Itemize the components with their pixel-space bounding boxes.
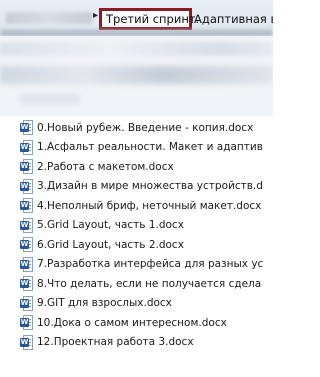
icon-badge: W	[20, 240, 29, 250]
toolbar-blurred	[0, 36, 273, 116]
breadcrumb-current-label: Третий спринт.	[106, 12, 200, 26]
icon-badge: W	[20, 318, 29, 328]
icon-badge: W	[20, 201, 29, 211]
icon-badge: W	[20, 279, 29, 289]
word-doc-icon: W	[20, 256, 33, 272]
breadcrumb-current-folder[interactable]: Третий спринт.	[99, 8, 199, 30]
word-doc-icon: W	[20, 315, 33, 331]
file-item[interactable]: W 4.Неполный бриф, неточный макет.docx	[16, 196, 273, 216]
file-item[interactable]: W 8.Что делать, если не получается сдела	[16, 274, 273, 294]
icon-badge: W	[20, 259, 29, 269]
icon-badge: W	[20, 181, 29, 191]
file-item[interactable]: W 5.Grid Layout, часть 1.docx	[16, 216, 273, 236]
file-name: 1.Асфальт реальности. Макет и адаптив	[37, 141, 263, 154]
file-item[interactable]: W 3.Дизайн в мире множества устройств.d	[16, 177, 273, 197]
file-name: 9.GIT для взрослых.docx	[37, 297, 172, 310]
icon-badge: W	[20, 337, 29, 347]
file-item[interactable]: W 12.Проектная работа 3.docx	[16, 333, 273, 353]
file-name: 0.Новый рубеж. Введение - копия.docx	[37, 121, 254, 134]
file-name: 8.Что делать, если не получается сдела	[37, 277, 262, 290]
column-header-strip	[0, 66, 273, 84]
file-item[interactable]: W 0.Новый рубеж. Введение - копия.docx	[16, 118, 273, 138]
file-item[interactable]: W 10.Дока о самом интересном.docx	[16, 313, 273, 333]
file-item[interactable]: W 7.Разработка интерфейса для разных ус	[16, 255, 273, 275]
breadcrumb-separator-icon[interactable]: ▸	[93, 10, 98, 21]
file-item[interactable]: W 2.Работа с макетом.docx	[16, 157, 273, 177]
icon-badge: W	[20, 123, 29, 133]
word-doc-icon: W	[20, 178, 33, 194]
word-doc-icon: W	[20, 139, 33, 155]
file-item[interactable]: W 6.Grid Layout, часть 2.docx	[16, 235, 273, 255]
word-doc-icon: W	[20, 237, 33, 253]
icon-badge: W	[20, 220, 29, 230]
icon-badge: W	[20, 298, 29, 308]
toolbar-strip	[0, 42, 273, 56]
file-name: 7.Разработка интерфейса для разных ус	[37, 258, 264, 271]
word-doc-icon: W	[20, 295, 33, 311]
word-doc-icon: W	[20, 217, 33, 233]
file-item[interactable]: W 9.GIT для взрослых.docx	[16, 294, 273, 314]
breadcrumb-path-blurred	[6, 12, 92, 24]
breadcrumb-next-folder[interactable]: Адаптивная вер	[194, 12, 273, 26]
file-list: W 0.Новый рубеж. Введение - копия.docx W 1.…	[16, 118, 273, 352]
word-doc-icon: W	[20, 334, 33, 350]
file-name: 2.Работа с макетом.docx	[37, 160, 174, 173]
address-bar: ▸ Третий спринт. Адаптивная вер	[0, 0, 273, 36]
file-name: 3.Дизайн в мире множества устройств.d	[37, 180, 263, 193]
file-name: 6.Grid Layout, часть 2.docx	[37, 238, 184, 251]
word-doc-icon: W	[20, 198, 33, 214]
group-header-blurred	[20, 94, 80, 104]
file-item[interactable]: W 1.Асфальт реальности. Макет и адаптив	[16, 138, 273, 158]
file-name: 10.Дока о самом интересном.docx	[37, 316, 227, 329]
icon-badge: W	[20, 142, 29, 152]
word-doc-icon: W	[20, 120, 33, 136]
icon-badge: W	[20, 162, 29, 172]
file-name: 5.Grid Layout, часть 1.docx	[37, 219, 184, 232]
file-name: 12.Проектная работа 3.docx	[37, 336, 194, 349]
file-name: 4.Неполный бриф, неточный макет.docx	[37, 199, 262, 212]
word-doc-icon: W	[20, 159, 33, 175]
word-doc-icon: W	[20, 276, 33, 292]
